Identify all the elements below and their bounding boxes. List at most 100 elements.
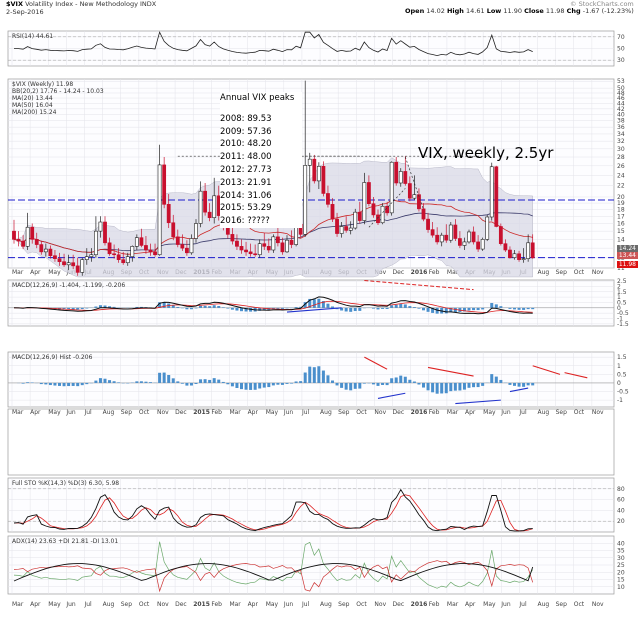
y-tick-label: 32 [617, 138, 625, 145]
candle-body [376, 215, 379, 223]
hist-bar [354, 383, 357, 389]
y-tick-label: 0.5 [617, 371, 627, 378]
y-tick-label: 34 [617, 131, 625, 138]
macd-hist-bar [508, 308, 511, 309]
candle-body [204, 191, 207, 212]
hist-bar [135, 381, 138, 383]
candle-body [181, 245, 184, 249]
x-tick-label: Feb [429, 269, 440, 276]
annual-peaks-box: Annual VIX peaks 2008: 89.53 2009: 57.36… [220, 92, 302, 228]
x-tick-label: Aug [103, 601, 115, 608]
candle-body [213, 196, 216, 218]
hist-bar [94, 381, 97, 383]
candle-body [117, 255, 120, 260]
candle-body [426, 219, 429, 229]
candle-body [499, 226, 502, 243]
macd-hist-bar [185, 308, 188, 309]
macd-hist-bar [204, 306, 207, 308]
hist-bar [463, 383, 466, 390]
y-tick-label: 22 [617, 183, 625, 190]
macd-hist-bar [408, 306, 411, 308]
chart-annotation-title: VIX, weekly, 2.5yr [418, 144, 553, 162]
macd-hist-bar [199, 306, 202, 308]
x-tick-label: Nov [592, 269, 604, 276]
x-tick-label: Aug [320, 601, 332, 608]
hist-bar [149, 382, 152, 383]
hist-bar [317, 366, 320, 383]
hist-bar [431, 383, 434, 392]
macd-hist-bar [422, 308, 425, 311]
macd-hist-bar [531, 308, 534, 309]
hist-bar [499, 380, 502, 383]
candle-body [276, 237, 279, 243]
hist-bar [522, 383, 525, 387]
hist-bar [67, 383, 70, 386]
peak-item: 2009: 57.36 [220, 126, 302, 139]
hist-bar [299, 381, 302, 383]
x-tick-label: Apr [30, 601, 41, 608]
peak-item: 2013: 21.91 [220, 177, 302, 190]
candle-body [208, 212, 211, 218]
hist-bar [113, 381, 116, 383]
candle-body [231, 234, 234, 241]
high-label: High [447, 7, 464, 15]
x-tick-label: Jul [301, 601, 310, 608]
x-tick-label: Dec [393, 409, 405, 416]
x-tick-label: 2016 [411, 601, 428, 608]
hist-bar [181, 383, 184, 384]
hist-bar [117, 382, 120, 383]
x-tick-label: Jun [283, 601, 294, 608]
candle-body [413, 195, 416, 199]
candle-body [381, 206, 384, 223]
macd-hist-bar [404, 304, 407, 307]
macd-hist-bar [213, 305, 216, 308]
x-tick-label: Mar [447, 409, 459, 416]
hist-bar [58, 383, 61, 386]
candle-body [113, 254, 116, 255]
candle-body [481, 239, 484, 249]
candle-body [263, 244, 266, 247]
macd-hist-bar [481, 308, 484, 310]
candle-body [285, 240, 288, 252]
hist-bar [235, 383, 238, 388]
hist-bar [231, 383, 234, 386]
macd-hist-bar [349, 308, 352, 312]
hist-bar [263, 383, 266, 388]
x-tick-label: Oct [574, 601, 585, 608]
candle-body [53, 256, 56, 259]
candle-body [463, 242, 466, 246]
low-value: 11.90 [503, 7, 522, 15]
y-tick-label: 30 [617, 57, 625, 64]
candle-body [354, 212, 357, 228]
candle-body [185, 248, 188, 253]
hist-bar [531, 383, 534, 385]
macd-hist-bar [85, 308, 88, 309]
x-tick-label: Sep [556, 409, 568, 416]
candle-body [454, 225, 457, 239]
x-tick-label: Mar [229, 601, 241, 608]
macd-hist-bar [295, 307, 298, 308]
candle-body [254, 254, 257, 255]
candle-body [244, 250, 247, 252]
hist-bar [226, 383, 229, 384]
x-tick-label: Dec [175, 601, 187, 608]
macd-hist-bar [208, 306, 211, 308]
macd-hist-bar [372, 308, 375, 309]
macd-hist-bar [231, 308, 234, 310]
candle-body [458, 239, 461, 246]
candle-body [490, 167, 493, 217]
candle-body [399, 171, 402, 183]
hist-bar [199, 379, 202, 383]
x-tick-label: May [483, 601, 496, 608]
header-symbol: $VIX [6, 0, 23, 8]
high-value: 14.61 [466, 7, 485, 15]
macd-hist-bar [286, 308, 289, 309]
hist-bar [477, 383, 480, 387]
macd-hist-bar [468, 308, 471, 311]
hist-bar [313, 367, 316, 383]
candle-body [495, 167, 498, 227]
x-tick-label: Mar [12, 601, 24, 608]
x-tick-label: Aug [538, 601, 550, 608]
hist-bar [468, 383, 471, 388]
hist-bar [167, 375, 170, 383]
